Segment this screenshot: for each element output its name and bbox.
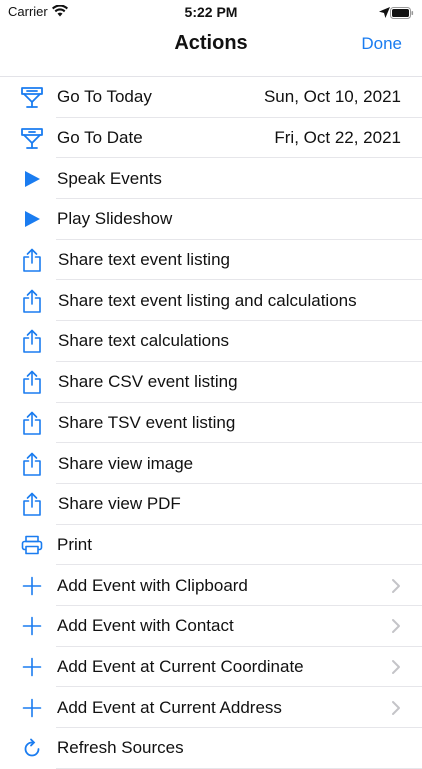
action-row[interactable]: Share view PDF — [0, 484, 422, 525]
action-label: Speak Events — [57, 168, 162, 188]
action-row[interactable]: Share text calculations — [0, 321, 422, 362]
action-label: Add Event at Current Coordinate — [57, 656, 304, 676]
action-row[interactable]: Go To Today Sun, Oct 10, 2021 — [0, 77, 422, 118]
action-row[interactable]: Add Event with Clipboard — [0, 565, 422, 606]
plus-icon — [19, 695, 45, 721]
page-title: Actions — [174, 32, 248, 54]
chevron-right-icon — [391, 700, 401, 716]
action-label: Share CSV event listing — [58, 372, 238, 392]
action-label: Share text event listing and calculation… — [58, 290, 357, 310]
share-icon — [19, 491, 45, 517]
action-label: Add Event at Current Address — [57, 697, 282, 717]
action-row[interactable]: Share TSV event listing — [0, 403, 422, 444]
share-icon — [19, 328, 45, 354]
share-icon — [19, 369, 45, 395]
chevron-right-icon — [391, 659, 401, 675]
action-row[interactable]: Print — [0, 525, 422, 566]
action-row[interactable]: Speak Events — [0, 158, 422, 199]
action-value: Fri, Oct 22, 2021 — [274, 128, 401, 148]
action-label: Share view PDF — [58, 494, 181, 514]
action-row[interactable]: Share text event listing and calculation… — [0, 280, 422, 321]
action-value: Sun, Oct 10, 2021 — [263, 87, 401, 107]
action-label: Refresh Sources — [57, 738, 184, 758]
share-icon — [19, 247, 45, 273]
action-label: Add Event with Contact — [57, 616, 234, 636]
action-row[interactable]: Play Slideshow — [0, 199, 422, 240]
share-icon — [19, 288, 45, 314]
action-row[interactable]: Share text event listing — [0, 240, 422, 281]
action-label: Share text event listing — [58, 250, 230, 270]
printer-icon — [19, 532, 45, 558]
action-label: Play Slideshow — [57, 209, 173, 229]
done-button[interactable]: Done — [361, 34, 402, 54]
action-label: Go To Today — [57, 87, 152, 107]
battery-icon — [390, 6, 414, 22]
chevron-right-icon — [391, 578, 401, 594]
action-label: Add Event with Clipboard — [57, 575, 248, 595]
chevron-right-icon — [391, 618, 401, 634]
play-icon — [19, 166, 45, 192]
share-icon — [19, 410, 45, 436]
share-icon — [19, 451, 45, 477]
action-label: Print — [57, 534, 92, 554]
action-row[interactable]: Add Event with Contact — [0, 606, 422, 647]
action-label: Go To Date — [57, 128, 143, 148]
status-bar: Carrier 5:22 PM — [0, 0, 422, 26]
navigation-bar: Actions Done — [0, 26, 422, 76]
action-label: Share text calculations — [58, 331, 230, 351]
action-row[interactable]: Share view image — [0, 443, 422, 484]
location-arrow-icon — [379, 5, 390, 21]
actions-list: Go To Today Sun, Oct 10, 2021 Go To Date F… — [0, 76, 422, 769]
calendar-today-icon — [19, 84, 45, 110]
play-icon — [19, 206, 45, 232]
plus-icon — [19, 573, 45, 599]
refresh-icon — [19, 735, 45, 761]
action-label: Share TSV event listing — [58, 412, 236, 432]
action-row[interactable]: Go To Date Fri, Oct 22, 2021 — [0, 118, 422, 159]
action-row[interactable]: Add Event at Current Address — [0, 687, 422, 728]
action-row[interactable]: Add Event at Current Coordinate — [0, 647, 422, 688]
status-time: 5:22 PM — [184, 4, 238, 20]
action-row[interactable]: Share CSV event listing — [0, 362, 422, 403]
plus-icon — [19, 654, 45, 680]
action-row[interactable]: Refresh Sources — [0, 728, 422, 769]
action-label: Share view image — [58, 453, 194, 473]
plus-icon — [19, 613, 45, 639]
calendar-date-icon — [19, 125, 45, 151]
